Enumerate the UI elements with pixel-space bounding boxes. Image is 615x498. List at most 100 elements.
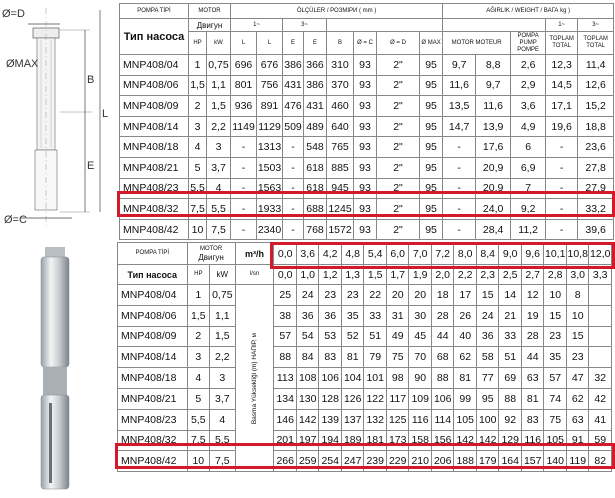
head-value-cell: 15 <box>543 304 567 327</box>
diameter-c-label: Ø=C <box>4 214 27 226</box>
flow-ls-cell: 0,0 <box>273 264 297 285</box>
model-cell: MNP408/32 <box>119 198 189 220</box>
head-value-cell: 31 <box>385 304 410 327</box>
head-value-cell: 254 <box>318 450 342 473</box>
flow-ls-cell: 3,0 <box>565 264 590 285</box>
table-cell: 676 <box>256 54 284 76</box>
table-cell: 370 <box>326 74 355 97</box>
head-value-cell: 63 <box>565 408 590 431</box>
table-cell: - <box>230 177 258 200</box>
head-value-cell: 20 <box>408 284 432 306</box>
pump-photo-illustration <box>40 247 70 490</box>
head-value-cell: 22 <box>363 284 387 306</box>
table-cell: 1,1 <box>205 74 232 97</box>
head-value-cell: 90 <box>408 367 432 389</box>
head-value-cell: 100 <box>475 408 500 431</box>
motor-moteur-header: MOTOR MOTEUR <box>442 31 512 55</box>
model-cell: MNP408/09 <box>117 325 188 348</box>
model-cell: MNP408/32 <box>117 429 188 452</box>
hp-cell: 5 <box>186 387 211 410</box>
kw-cell: 5,5 <box>209 429 236 452</box>
table-cell: 95 <box>419 95 444 117</box>
pump-product-photo <box>25 243 85 493</box>
dvigun-header: Двигун <box>187 18 232 32</box>
table-cell: 696 <box>230 54 258 76</box>
table-cell: 489 <box>303 115 328 138</box>
dimensions-header: ÖLÇÜLER / РОЗМІРИ ( mm ) <box>230 3 444 19</box>
head-value-cell: 70 <box>408 346 432 369</box>
table-cell: 7,5 <box>205 218 232 241</box>
head-value-cell: 239 <box>363 450 387 473</box>
table-cell: 95 <box>419 218 444 241</box>
head-value-cell: 23 <box>565 346 590 369</box>
table-cell: - <box>545 198 579 220</box>
flow-ls-cell: 2,8 <box>543 264 567 285</box>
table-cell: 5,5 <box>205 198 232 220</box>
flow-m3h-cell: 6,0 <box>385 242 410 265</box>
hp-cell: 5,5 <box>186 408 211 431</box>
e1-header: E <box>282 31 305 55</box>
head-value-cell: 142 <box>453 429 477 452</box>
head-value-cell <box>588 284 612 306</box>
table-cell: 431 <box>303 95 328 117</box>
performance-table: POMPA TİPİ MOTOR Двигун m³/h 0,0 3,6 4,2… <box>117 242 612 473</box>
table-cell: 12,6 <box>577 74 615 97</box>
dimension-e-label: E <box>87 160 95 172</box>
head-value-cell: 98 <box>385 367 410 389</box>
diameter-max-label: ØMAX <box>6 58 39 70</box>
flow-ls-cell: 1,2 <box>318 264 342 285</box>
head-value-cell: 130 <box>295 387 320 410</box>
head-value-cell: 126 <box>340 387 365 410</box>
head-value-cell: 137 <box>340 408 365 431</box>
kw-cell: 7,5 <box>209 450 236 473</box>
table-row: MNP408/21 5 3,7-1503-618 885 93 2" 95-20,9 6,9-… <box>119 156 615 179</box>
hp-cell: 1,5 <box>186 304 211 327</box>
table-cell: 1563 <box>256 177 284 200</box>
head-value-cell: 81 <box>520 387 545 410</box>
kw-cell: 1,1 <box>209 304 236 327</box>
head-value-cell: 189 <box>340 429 365 452</box>
head-value-cell: 42 <box>588 387 612 410</box>
table-cell: 386 <box>282 54 305 76</box>
table-cell: 27,8 <box>577 156 615 179</box>
table-cell: 18,8 <box>577 115 615 138</box>
model-cell: MNP408/14 <box>117 346 188 369</box>
table-cell: 93 <box>353 177 378 200</box>
head-value-cell: 128 <box>318 387 342 410</box>
table-cell: 2" <box>376 156 421 179</box>
flow-ls-cell: 1,3 <box>340 264 365 285</box>
table-cell: 11,2 <box>510 218 547 241</box>
table-row: MNP408/04 1 0,75 696 676 386 366 310 93 2" 95 9,7 8,… <box>119 54 615 76</box>
kw-cell: 3 <box>209 367 236 389</box>
table-cell: 14,7 <box>442 115 477 138</box>
head-value-cell: 44 <box>520 346 545 369</box>
table-cell: 8,8 <box>475 54 512 76</box>
head-value-cell: 30 <box>408 304 432 327</box>
flow-ls-cell: 3,3 <box>588 264 612 285</box>
model-cell: MNP408/04 <box>119 54 189 76</box>
performance-table-header: POMPA TİPİ MOTOR Двигун m³/h 0,0 3,6 4,2… <box>117 242 612 285</box>
model-cell: MNP408/23 <box>119 177 189 200</box>
head-value-cell: 33 <box>363 304 387 327</box>
table-cell: 0,75 <box>205 54 232 76</box>
table-cell: 3 <box>205 136 232 158</box>
table-cell: 95 <box>419 54 444 76</box>
table-cell: 386 <box>303 74 328 97</box>
flow-m3h-cell: 10,1 <box>543 242 567 265</box>
table-cell: 885 <box>326 156 355 179</box>
head-value-cell: 35 <box>340 304 365 327</box>
head-value-cell: 79 <box>363 346 387 369</box>
table-cell: 618 <box>303 156 328 179</box>
single-phase-weight-header: 1~ <box>545 18 579 32</box>
head-value-cell: 59 <box>588 429 612 452</box>
table-cell: 28,4 <box>475 218 512 241</box>
flow-ls-cell: 1,5 <box>363 264 387 285</box>
diameter-d-header: Ø = D <box>376 31 421 55</box>
dimension-l-label: L <box>102 108 109 120</box>
head-value-cell: 10 <box>565 304 590 327</box>
table-cell: 9,2 <box>510 198 547 220</box>
table-cell: 4 <box>188 136 207 158</box>
table-cell: 9,7 <box>475 74 512 97</box>
tip-nasosa-header-2: Тип насоса <box>117 264 188 285</box>
flow-m3h-cell: 10,8 <box>565 242 590 265</box>
